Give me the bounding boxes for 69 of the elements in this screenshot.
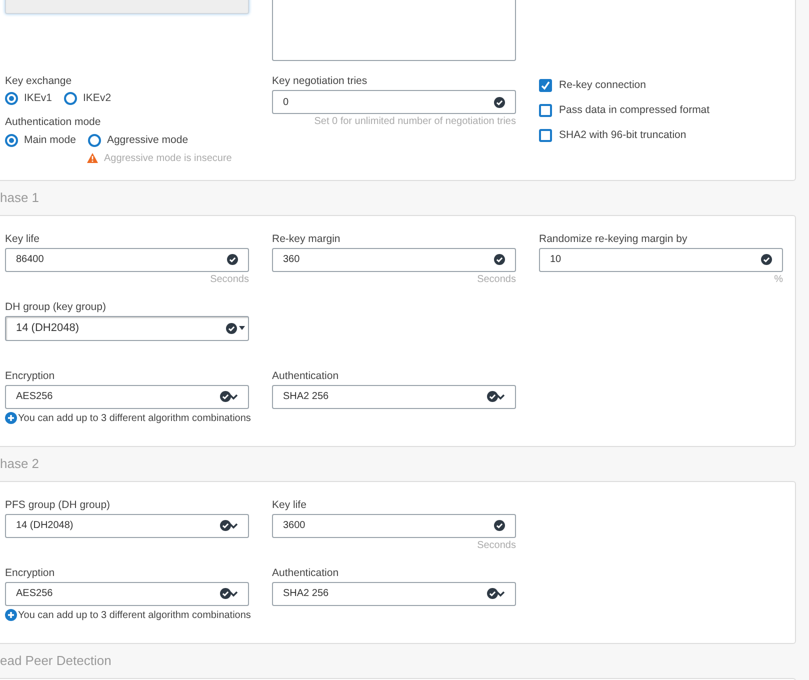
select-field[interactable]: 14 (DH2048) (5, 514, 249, 538)
checkbox-option[interactable]: Pass data in compressed format (539, 102, 783, 118)
check-circle-icon (487, 391, 498, 402)
checkbox[interactable] (539, 79, 552, 92)
select-field[interactable]: SHA2 256 (272, 384, 516, 408)
warning-icon (87, 153, 98, 163)
select-field[interactable]: AES256 (5, 384, 249, 408)
field-label: DH group (key group) (5, 300, 107, 314)
unit-label: Seconds (210, 272, 249, 284)
checkbox-option[interactable]: Re-key connection (539, 78, 783, 94)
check-circle-icon (220, 391, 231, 402)
field-label: Re-key margin (272, 232, 342, 246)
unit-label: % (774, 272, 783, 284)
text-field[interactable]: 86400 (5, 248, 249, 272)
field-hint: Set 0 for unlimited number of negotiation tries (314, 115, 516, 128)
select-field[interactable]: SHA2 256 (272, 582, 516, 606)
dropdown-field[interactable]: 14 (DH2048) (5, 316, 249, 340)
radio-button[interactable] (5, 92, 18, 106)
section-title: hase 1 (0, 188, 40, 207)
check-circle-icon (220, 588, 231, 599)
radio-option[interactable]: IKEv2 (64, 91, 112, 107)
check-circle-icon (494, 520, 505, 531)
add-combination-note: You can add up to 3 different algorithm combinations (18, 608, 251, 622)
chevron-down-icon (496, 393, 505, 400)
field-label: Encryption (5, 370, 56, 382)
check-circle-icon (761, 254, 772, 265)
check-circle-icon (220, 520, 231, 531)
check-circle-icon (227, 254, 238, 265)
add-combination-note: You can add up to 3 different algorithm combinations (18, 412, 251, 426)
field-label: Authentication mode (5, 116, 102, 129)
select-field[interactable]: AES256 (5, 582, 249, 606)
chevron-down-icon (496, 590, 505, 597)
chevron-down-icon (229, 590, 238, 597)
field-label: PFS group (DH group) (5, 498, 112, 512)
warning-text: Aggressive mode is insecure (104, 152, 232, 166)
checkbox[interactable] (539, 128, 552, 142)
section-title: ead Peer Detection (0, 652, 112, 670)
radio-button[interactable] (64, 92, 78, 106)
radio-option[interactable]: Aggressive mode (88, 132, 188, 148)
text-field[interactable]: 3600 (272, 514, 516, 538)
chevron-down-icon (229, 522, 238, 529)
checkbox[interactable] (539, 104, 552, 118)
field-label: Key life (272, 498, 308, 512)
checkbox-option[interactable]: SHA2 with 96-bit truncation (539, 128, 783, 144)
check-circle-icon (494, 254, 505, 265)
radio-option[interactable]: Main mode (5, 132, 76, 148)
chevron-down-icon (229, 393, 238, 400)
field-label: Authentication (272, 370, 340, 382)
text-field[interactable]: 0 (272, 90, 516, 114)
field-label: Authentication (272, 566, 340, 580)
text-field[interactable]: 360 (272, 248, 516, 272)
check-circle-icon (226, 322, 237, 334)
caret-down-icon (239, 326, 245, 330)
check-circle-icon (487, 588, 498, 599)
field-label: Key negotiation tries (272, 75, 368, 88)
field-label: Key life (5, 232, 40, 246)
radio-option[interactable]: IKEv1 (5, 91, 52, 107)
field-label: Encryption (5, 566, 56, 580)
unit-label: Seconds (477, 538, 516, 550)
check-circle-icon (494, 96, 505, 108)
field-label: Key exchange (5, 75, 73, 88)
field-label: Randomize re-keying margin by (539, 232, 688, 246)
text-field[interactable]: 10 (539, 248, 783, 272)
radio-button[interactable] (88, 134, 101, 148)
plus-circle-icon[interactable] (5, 412, 17, 424)
unit-label: Seconds (477, 272, 516, 284)
radio-button[interactable] (5, 134, 18, 148)
plus-circle-icon[interactable] (5, 609, 17, 621)
section-title: hase 2 (0, 454, 40, 473)
